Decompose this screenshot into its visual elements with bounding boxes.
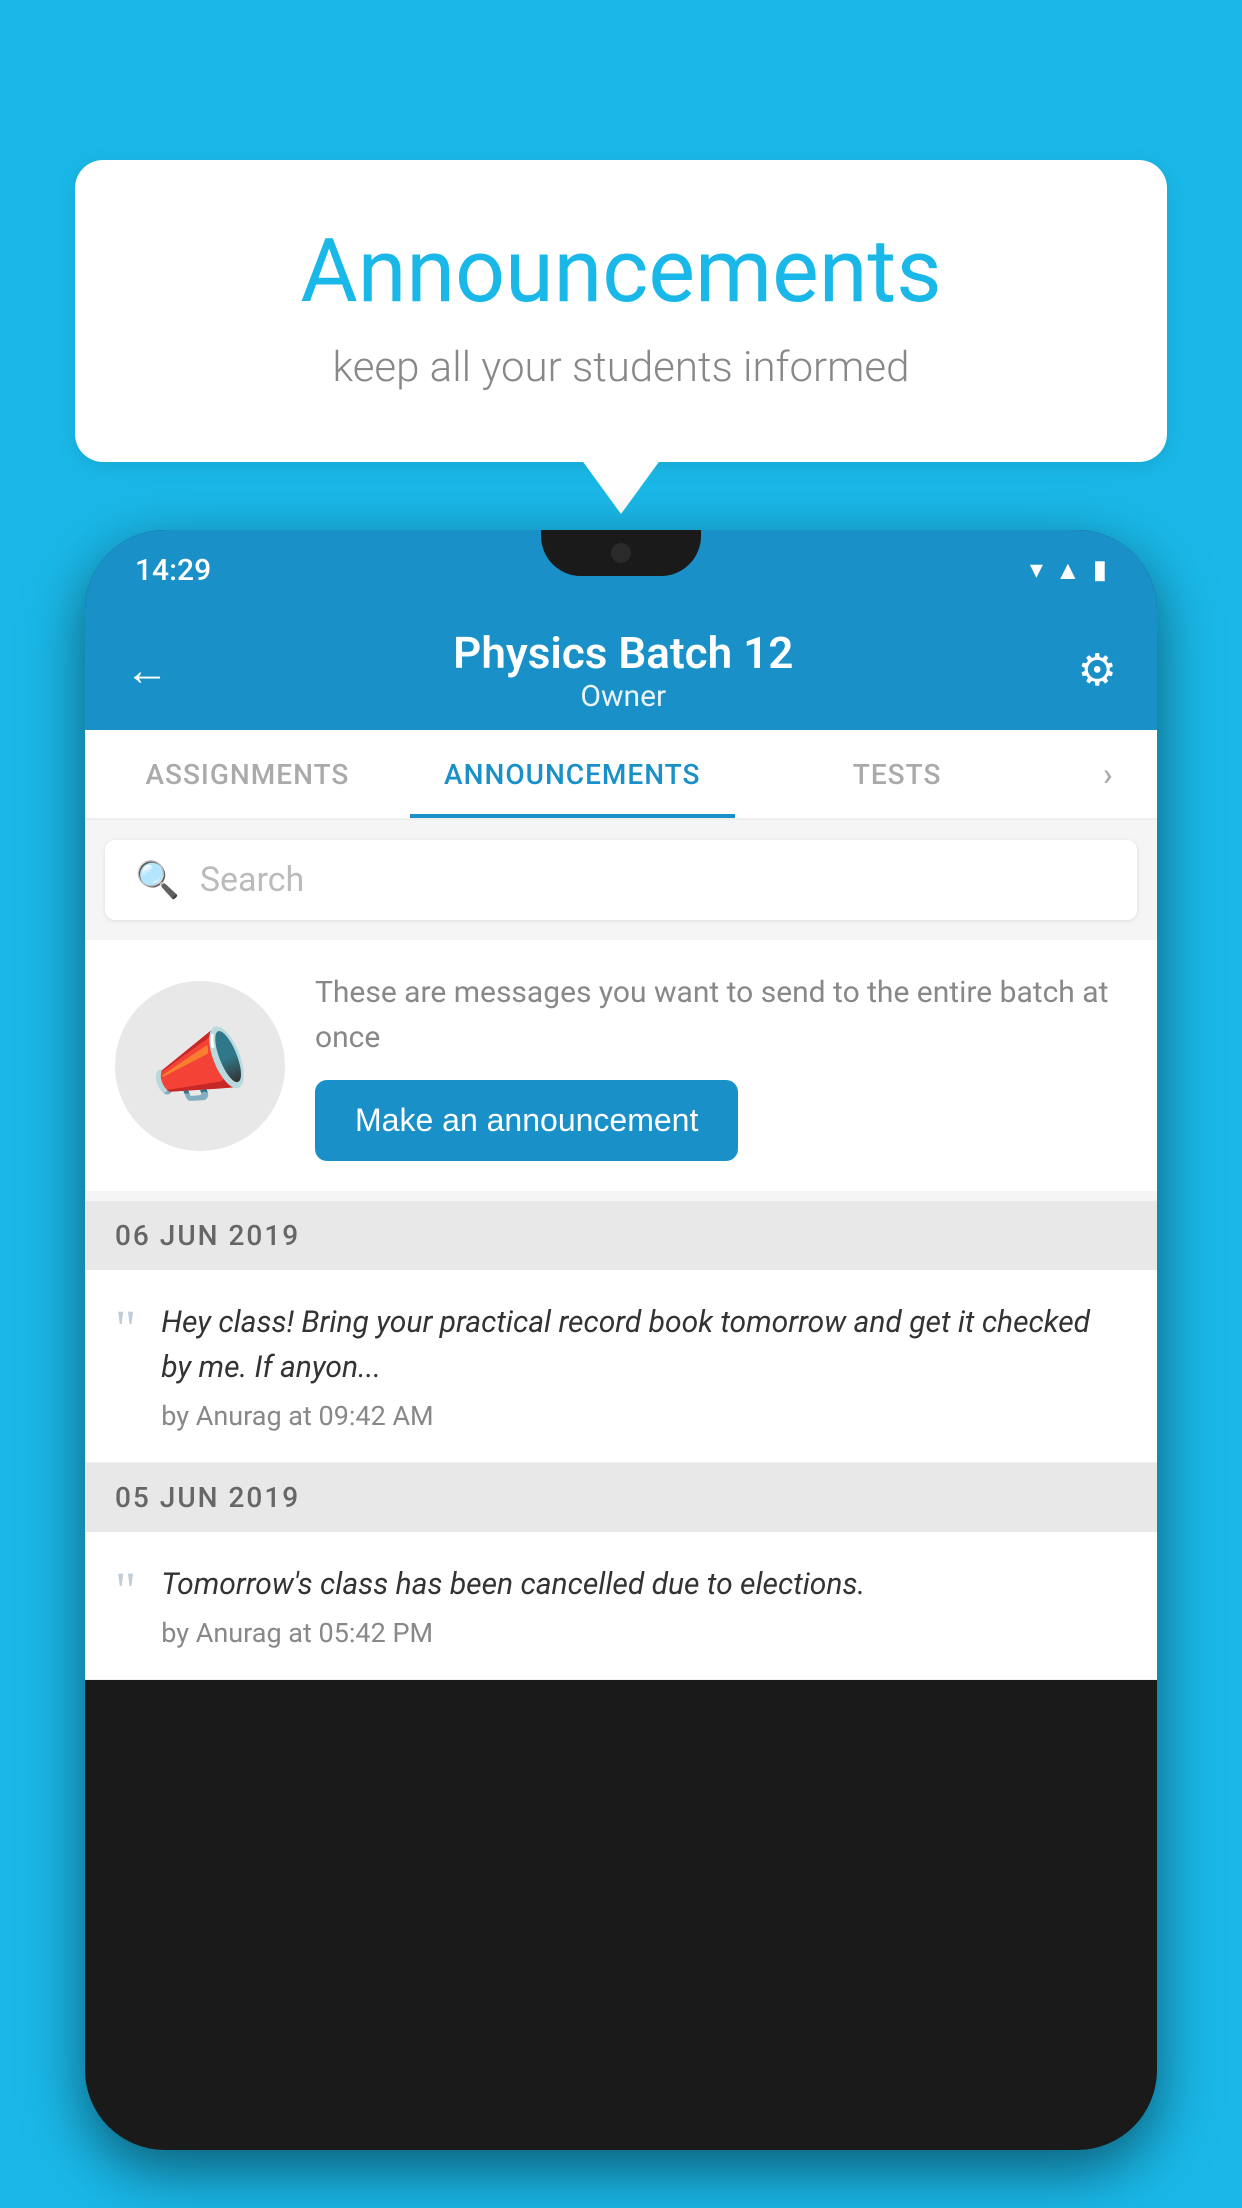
status-icons: ▾ ▲ ▮	[1030, 555, 1107, 586]
search-icon: 🔍	[135, 859, 180, 901]
camera	[611, 543, 631, 563]
speech-bubble-container: Announcements keep all your students inf…	[75, 160, 1167, 462]
quote-icon-2: "	[115, 1566, 136, 1618]
date-label-1: 06 JUN 2019	[115, 1219, 300, 1252]
header-center: Physics Batch 12 Owner	[453, 627, 793, 714]
status-time: 14:29	[135, 553, 211, 588]
settings-icon[interactable]: ⚙	[1078, 644, 1117, 696]
content-area: 🔍 Search 📣 These are messages you want t…	[85, 820, 1157, 1680]
announcement-content-2: Tomorrow's class has been cancelled due …	[161, 1562, 865, 1649]
tab-assignments[interactable]: ASSIGNMENTS	[85, 730, 410, 818]
announcements-subtitle: keep all your students informed	[155, 343, 1087, 392]
phone-frame: 14:29 ▾ ▲ ▮ ← Physics Batch 12 Owner ⚙ A…	[85, 530, 1157, 2150]
announcement-author-1: by Anurag at 09:42 AM	[161, 1400, 1127, 1432]
header-title: Physics Batch 12	[453, 627, 793, 679]
wifi-icon: ▾	[1030, 555, 1043, 585]
phone-container: 14:29 ▾ ▲ ▮ ← Physics Batch 12 Owner ⚙ A…	[85, 530, 1157, 2208]
phone-notch	[541, 530, 701, 576]
tabs-bar: ASSIGNMENTS ANNOUNCEMENTS TESTS ›	[85, 730, 1157, 820]
announcement-author-2: by Anurag at 05:42 PM	[161, 1617, 865, 1649]
megaphone-icon: 📣	[150, 1019, 250, 1113]
announcement-item-1[interactable]: " Hey class! Bring your practical record…	[85, 1270, 1157, 1463]
tab-announcements[interactable]: ANNOUNCEMENTS	[410, 730, 735, 818]
promo-description: These are messages you want to send to t…	[315, 970, 1127, 1060]
promo-right: These are messages you want to send to t…	[315, 970, 1127, 1161]
announcement-text-2: Tomorrow's class has been cancelled due …	[161, 1562, 865, 1607]
quote-icon-1: "	[115, 1304, 136, 1356]
app-header: ← Physics Batch 12 Owner ⚙	[85, 610, 1157, 730]
back-button[interactable]: ←	[125, 644, 169, 696]
promo-card: 📣 These are messages you want to send to…	[85, 940, 1157, 1191]
status-bar: 14:29 ▾ ▲ ▮	[85, 530, 1157, 610]
signal-icon: ▲	[1055, 555, 1081, 586]
battery-icon: ▮	[1093, 555, 1107, 585]
make-announcement-button[interactable]: Make an announcement	[315, 1080, 738, 1161]
header-subtitle: Owner	[453, 679, 793, 714]
announcements-title: Announcements	[155, 220, 1087, 323]
search-bar[interactable]: 🔍 Search	[105, 840, 1137, 920]
tab-tests[interactable]: TESTS	[735, 730, 1060, 818]
tab-more[interactable]: ›	[1060, 730, 1157, 818]
promo-icon-circle: 📣	[115, 981, 285, 1151]
date-label-2: 05 JUN 2019	[115, 1481, 300, 1514]
announcement-text-1: Hey class! Bring your practical record b…	[161, 1300, 1127, 1390]
date-section-2: 05 JUN 2019	[85, 1463, 1157, 1532]
date-section-1: 06 JUN 2019	[85, 1201, 1157, 1270]
search-placeholder: Search	[200, 860, 304, 900]
announcement-content-1: Hey class! Bring your practical record b…	[161, 1300, 1127, 1432]
announcement-item-2[interactable]: " Tomorrow's class has been cancelled du…	[85, 1532, 1157, 1680]
speech-bubble: Announcements keep all your students inf…	[75, 160, 1167, 462]
